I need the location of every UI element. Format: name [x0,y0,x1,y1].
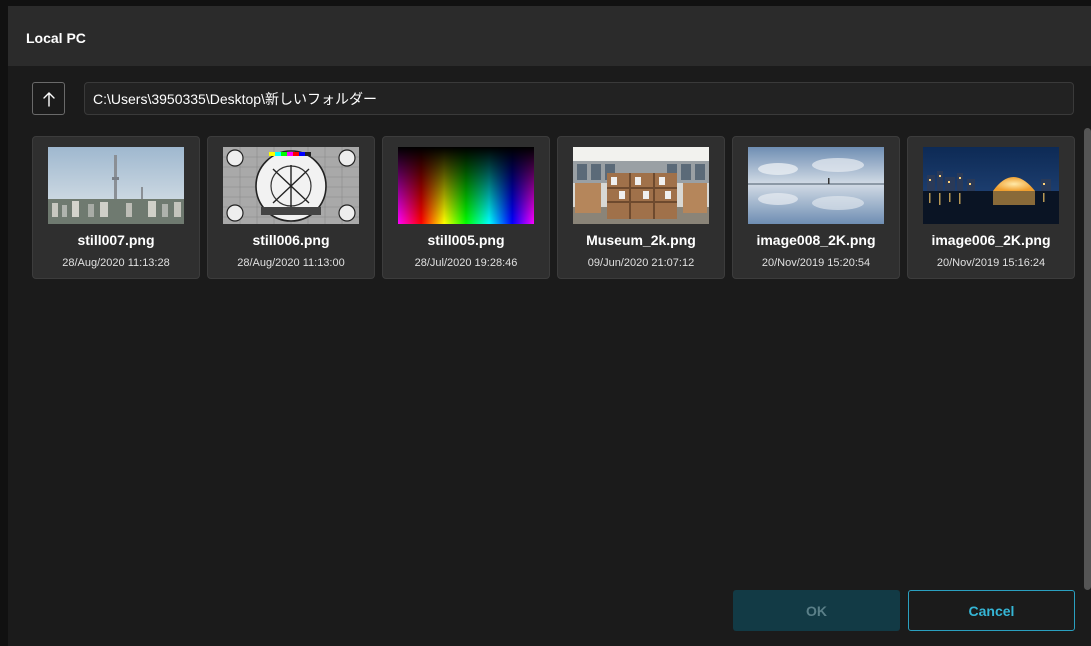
file-name: image008_2K.png [756,232,876,248]
thumbnail-salt-flat-reflection [748,147,884,224]
file-date: 28/Aug/2020 11:13:00 [237,257,345,269]
file-date: 09/Jun/2020 21:07:12 [587,257,695,269]
title-bar: Local PC [8,6,1091,66]
file-date: 28/Aug/2020 11:13:28 [62,257,170,269]
path-input[interactable] [84,82,1074,115]
file-name: still006.png [252,232,330,248]
file-date: 20/Nov/2019 15:20:54 [761,257,871,269]
file-card[interactable]: image008_2K.png 20/Nov/2019 15:20:54 [732,136,900,279]
arrow-up-icon [42,91,55,107]
file-card[interactable]: image006_2K.png 20/Nov/2019 15:16:24 [907,136,1075,279]
cancel-button[interactable]: Cancel [908,590,1075,631]
ok-button[interactable]: OK [733,590,900,631]
dialog-title: Local PC [26,30,86,46]
file-card[interactable]: Museum_2k.png 09/Jun/2020 21:07:12 [557,136,725,279]
toolbar [8,66,1091,136]
file-card[interactable]: still005.png 28/Jul/2020 19:28:46 [382,136,550,279]
file-name: still007.png [77,232,155,248]
file-date: 28/Jul/2020 19:28:46 [414,257,518,269]
parent-folder-button[interactable] [32,82,65,115]
file-browser-dialog: Local PC C:\Users\3950335\Desktop\新しいフォル… [8,6,1091,646]
thumbnail-city-skyline [48,147,184,224]
thumbnail-night-waterfront [923,147,1059,224]
file-card[interactable]: still006.png 28/Aug/2020 11:13:00 [207,136,375,279]
thumbnail-color-gradient [398,147,534,224]
file-name: image006_2K.png [931,232,1051,248]
thumbnail-test-pattern [223,147,359,224]
file-name: still005.png [427,232,505,248]
file-name: Museum_2k.png [586,232,696,248]
thumbnail-library-interior [573,147,709,224]
file-date: 20/Nov/2019 15:16:24 [936,257,1046,269]
vertical-scrollbar[interactable] [1084,128,1091,590]
file-card[interactable]: still007.png 28/Aug/2020 11:13:28 [32,136,200,279]
